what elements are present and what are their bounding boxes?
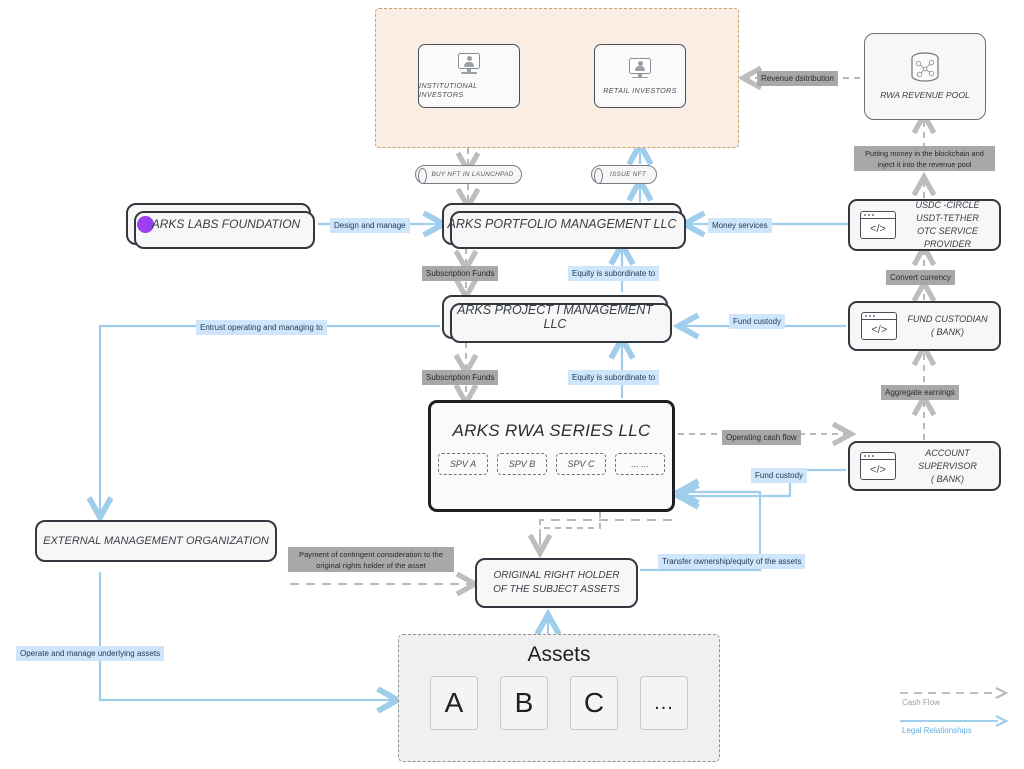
account-supervisor-line-1: ACCOUNT SUPERVISOR (918, 447, 977, 471)
asset-card-a[interactable]: A (430, 676, 478, 730)
issue-nft-pill: ISSUE NFT (591, 165, 657, 184)
fund-custodian-node[interactable]: </> FUND CUSTODIAN ( BANK) (848, 301, 1001, 351)
otc-service-provider-node[interactable]: </> USDC -CIRCLE USDT-TETHER OTC SERVICE… (848, 199, 1001, 251)
buy-nft-pill: BUY NFT IN LAUNCHPAD (415, 165, 522, 184)
retail-investors-label: RETAIL INVESTORS (603, 85, 677, 95)
account-supervisor-node[interactable]: </> ACCOUNT SUPERVISOR ( BANK) (848, 441, 1001, 491)
edge-label-design-and-manage: Design and manage (330, 218, 410, 233)
spv-item[interactable]: SPV B (497, 453, 547, 475)
monitor-user-icon (456, 53, 482, 76)
edge-label-revenue-distribution: Revenue dsitribution (757, 71, 838, 86)
rwa-revenue-pool-node[interactable]: RWA REVENUE POOL (864, 33, 986, 120)
otc-line-3: OTC SERVICE PROVIDER (917, 226, 978, 249)
issue-nft-label: ISSUE NFT (609, 171, 647, 178)
monitor-user-icon (627, 57, 653, 81)
edge-label-payment-contingent: Payment of contingent consideration to t… (288, 547, 454, 572)
edge-label-aggregate-earnings: Aggregate earnings (881, 385, 959, 400)
original-right-holder-line-1: ORIGINAL RIGHT HOLDER (493, 570, 620, 581)
legend-label-cash-flow: Cash Flow (902, 698, 940, 707)
edge-label-operate-manage: Operate and manage underlying assets (16, 646, 165, 661)
edge-label-equity-subordinate-1: Equity is subordinate to (568, 266, 660, 281)
arks-portfolio-management-node[interactable]: ARKS PORTFOLIO MANAGEMENT LLC (442, 203, 686, 249)
external-management-organization-node[interactable]: EXTERNAL MANAGEMENT ORGANIZATION (35, 520, 277, 562)
edge-label-convert-currency: Convert currency (886, 270, 955, 285)
legend: Cash Flow Legal Relationships (896, 686, 1016, 742)
buy-nft-label: BUY NFT IN LAUNCHPAD (431, 171, 514, 178)
edge-label-subscription-funds-2: Subscription Funds (422, 370, 499, 385)
assets-title: Assets (527, 643, 591, 666)
edge-label-putting-money: Putting money in the blockchain and inje… (854, 146, 995, 171)
code-window-icon: </> (860, 211, 896, 239)
retail-investors-card[interactable]: RETAIL INVESTORS (594, 44, 686, 108)
edge-label-operating-cash-flow: Operating cash flow (722, 430, 801, 445)
code-window-icon: </> (860, 452, 896, 480)
asset-card-more[interactable]: ... (640, 676, 688, 730)
asset-card-c[interactable]: C (570, 676, 618, 730)
database-network-icon (905, 51, 945, 85)
edge-label-transfer-ownership: Transfer ownership/equity of the assets (658, 554, 806, 569)
legend-row-legal-relationships: Legal Relationships (896, 714, 1016, 742)
arks-labs-foundation-label: ARKS LABS FOUNDATION (151, 217, 301, 231)
edge-label-entrust-operating: Entrust operating and managing to (196, 320, 327, 335)
edge-label-subscription-funds-1: Subscription Funds (422, 266, 499, 281)
edge-label-equity-subordinate-2: Equity is subordinate to (568, 370, 660, 385)
account-supervisor-line-2: ( BANK) (930, 473, 964, 484)
spv-item[interactable]: SPV C (556, 453, 606, 475)
institutional-investors-label: INSTITUTIONAL INVESTORS (419, 81, 478, 99)
edge-label-money-services: Money services (708, 218, 772, 233)
legend-label-legal-relationships: Legal Relationships (902, 726, 972, 735)
spv-item[interactable]: ... ... (615, 453, 665, 475)
fund-custodian-line-2: ( BANK) (930, 327, 964, 337)
asset-card-b[interactable]: B (500, 676, 548, 730)
diagram-canvas: INSTITUTIONAL INVESTORS RETAIL INVESTORS… (0, 0, 1024, 769)
assets-row: A B C ... (430, 676, 688, 730)
original-right-holder-node[interactable]: ORIGINAL RIGHT HOLDER OF THE SUBJECT ASS… (475, 558, 638, 608)
assets-region: Assets A B C ... (398, 634, 720, 762)
spv-row: SPV A SPV B SPV C ... ... (438, 453, 665, 475)
institutional-investors-card[interactable]: INSTITUTIONAL INVESTORS (418, 44, 520, 108)
otc-line-2: USDT-TETHER (916, 213, 979, 223)
external-management-organization-label: EXTERNAL MANAGEMENT ORGANIZATION (43, 535, 269, 547)
arks-project-i-management-label: ARKS PROJECT I MANAGEMENT LLC (457, 303, 653, 331)
edge-label-fund-custody-1: Fund custody (729, 314, 786, 329)
original-right-holder-line-2: OF THE SUBJECT ASSETS (493, 583, 620, 595)
otc-line-1: USDC -CIRCLE (915, 200, 980, 210)
arks-portfolio-management-label: ARKS PORTFOLIO MANAGEMENT LLC (447, 217, 677, 231)
arks-rwa-series-label: ARKS RWA SERIES LLC (452, 421, 651, 440)
rwa-revenue-pool-label: RWA REVENUE POOL (880, 90, 970, 101)
code-window-icon: </> (861, 312, 898, 340)
arks-labs-foundation-node[interactable]: ARKS LABS FOUNDATION (126, 203, 315, 249)
fund-custodian-line-1: FUND CUSTODIAN (907, 314, 988, 324)
spv-item[interactable]: SPV A (438, 453, 488, 475)
arks-project-i-management-node[interactable]: ARKS PROJECT I MANAGEMENT LLC (442, 295, 672, 343)
arks-rwa-series-node[interactable]: ARKS RWA SERIES LLC SPV A SPV B SPV C ..… (428, 400, 675, 512)
edge-label-fund-custody-2: Fund custody (751, 468, 808, 483)
legend-row-cash-flow: Cash Flow (896, 686, 1016, 714)
